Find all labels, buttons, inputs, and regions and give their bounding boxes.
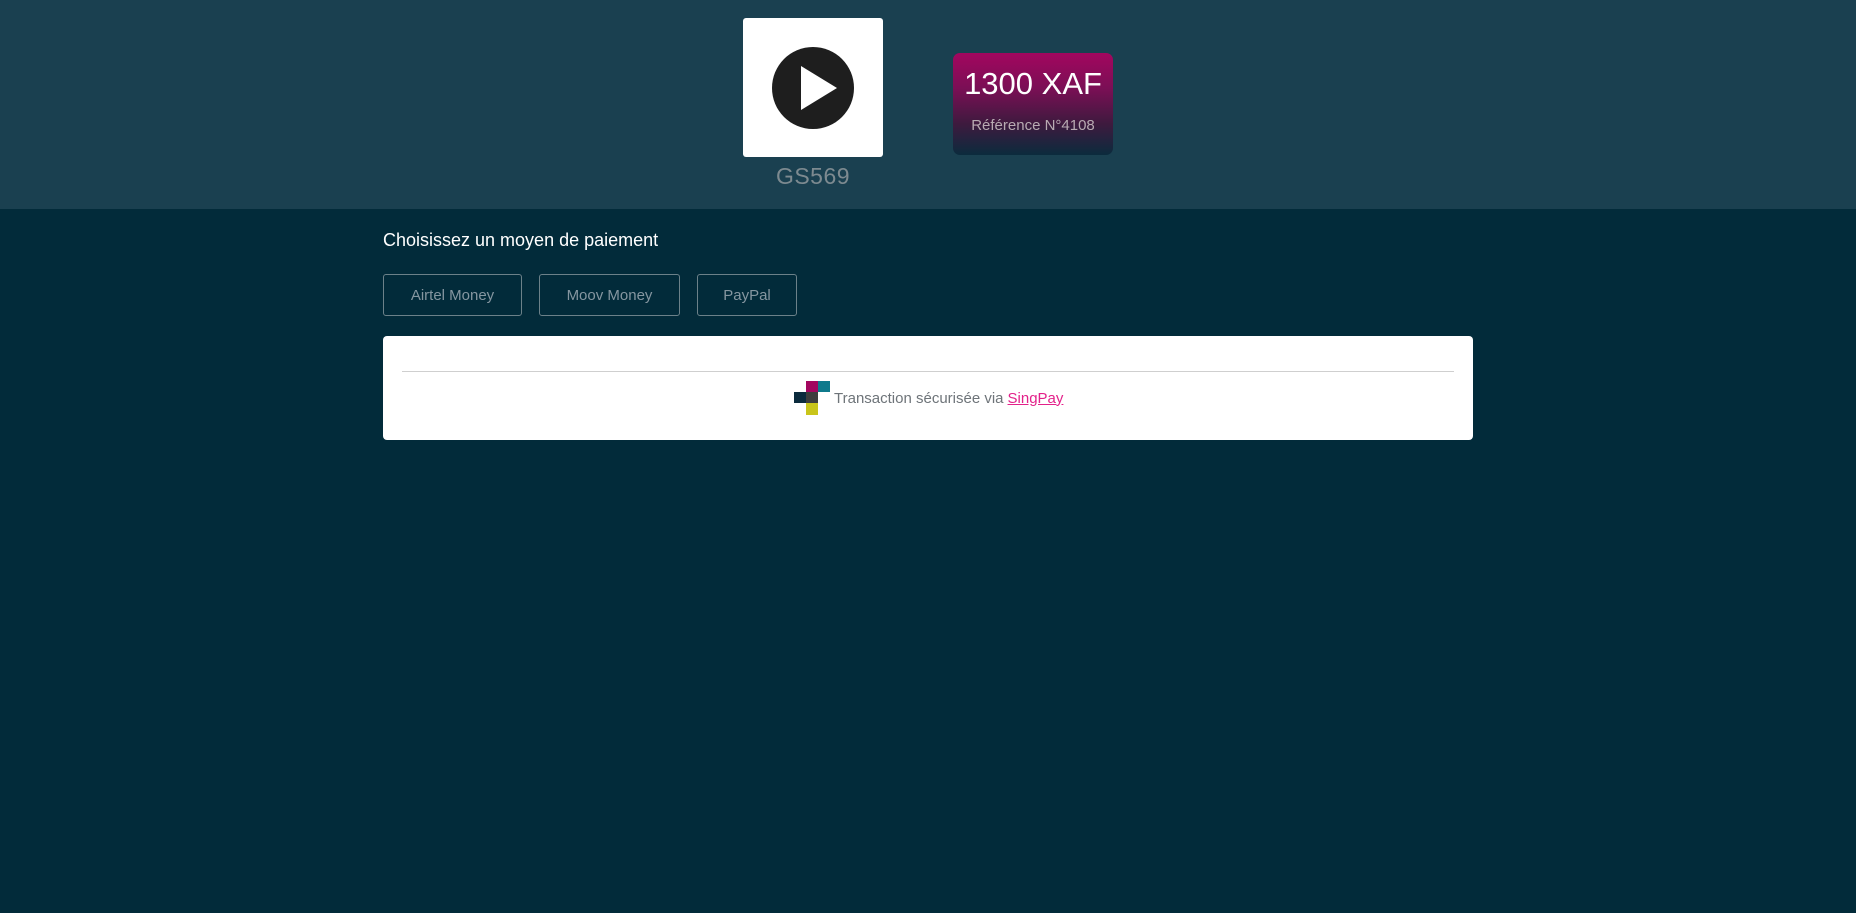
paypal-button[interactable]: PayPal — [697, 274, 797, 316]
header-banner: GS569 1300 XAF Référence N°4108 — [0, 0, 1856, 209]
payment-method-title: Choisissez un moyen de paiement — [383, 230, 659, 250]
secure-transaction-text: Transaction sécurisée via — [834, 389, 1004, 407]
amount-card: 1300 XAF Référence N°4108 — [953, 53, 1113, 155]
panel-divider — [402, 371, 1454, 372]
merchant-logo — [743, 18, 883, 157]
singpay-logo-icon — [794, 381, 830, 415]
secure-transaction-row: Transaction sécurisée via SingPay — [794, 381, 1063, 415]
play-button-icon — [772, 47, 854, 129]
payment-panel: Transaction sécurisée via SingPay — [383, 336, 1473, 440]
payment-reference: Référence N°4108 — [971, 117, 1095, 134]
moov-money-button[interactable]: Moov Money — [539, 274, 680, 316]
airtel-money-button[interactable]: Airtel Money — [383, 274, 522, 316]
singpay-link[interactable]: SingPay — [1008, 390, 1064, 407]
merchant-name: GS569 — [775, 163, 851, 189]
payment-amount: 1300 XAF — [964, 66, 1102, 101]
